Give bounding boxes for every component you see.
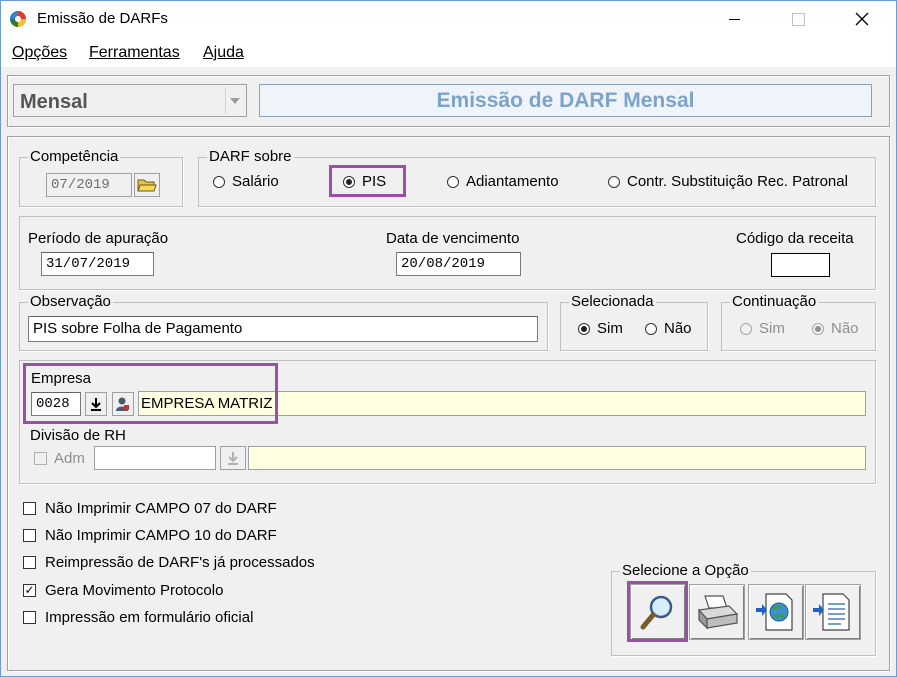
adm-checkbox: Adm: [34, 450, 85, 467]
selecionada-title: Selecionada: [569, 293, 656, 310]
download-arrow-icon: [91, 398, 101, 411]
observacao-title: Observação: [28, 293, 113, 310]
printer-icon: [697, 595, 739, 630]
divisao-name-field: [248, 446, 866, 470]
window-title: Emissão de DARFs: [37, 10, 168, 27]
option-nao-imprimir-campo-07[interactable]: Não Imprimir CAMPO 07 do DARF: [23, 500, 277, 517]
empresa-lookup-button[interactable]: [85, 392, 107, 416]
option-reimpressao[interactable]: Reimpressão de DARF's já processados: [23, 554, 315, 571]
radio-salario[interactable]: Salário: [213, 173, 279, 190]
export-document-button[interactable]: [805, 584, 861, 640]
export-document-icon: [813, 593, 850, 631]
radio-selecionada-nao[interactable]: Não: [645, 320, 692, 337]
menu-ajuda[interactable]: Ajuda: [203, 44, 244, 62]
menu-bar: Opções Ferramentas Ajuda: [1, 37, 896, 67]
empresa-search-button[interactable]: [112, 392, 134, 416]
open-folder-button[interactable]: [134, 173, 160, 197]
mode-dropdown-button[interactable]: [225, 87, 244, 114]
banner-title: Emissão de DARF Mensal: [436, 88, 695, 112]
divisao-label: Divisão de RH: [30, 427, 126, 444]
mode-select-value: Mensal: [20, 91, 88, 113]
competencia-field[interactable]: 07/2019: [46, 173, 132, 197]
periodo-field[interactable]: 31/07/2019: [41, 252, 154, 276]
divisao-code-field: [94, 446, 216, 470]
actions-title: Selecione a Opção: [620, 562, 751, 579]
radio-pis[interactable]: PIS: [343, 173, 386, 190]
download-arrow-icon: [228, 452, 238, 465]
option-nao-imprimir-campo-10[interactable]: Não Imprimir CAMPO 10 do DARF: [23, 527, 277, 544]
close-button[interactable]: [839, 1, 885, 37]
minimize-button[interactable]: [711, 1, 757, 37]
preview-button[interactable]: [630, 584, 686, 640]
empresa-code-field[interactable]: 0028: [31, 392, 81, 416]
competencia-title: Competência: [28, 148, 121, 165]
divisao-lookup-button: [220, 446, 246, 470]
observacao-field[interactable]: PIS sobre Folha de Pagamento: [28, 316, 538, 342]
darf-window: Emissão de DARFs Opções Ferramentas Ajud…: [0, 0, 897, 677]
codigo-receita-field[interactable]: [771, 253, 830, 277]
title-bar: Emissão de DARFs: [1, 1, 896, 37]
export-globe-button[interactable]: [748, 584, 804, 640]
banner: Emissão de DARF Mensal: [259, 84, 872, 117]
chevron-down-icon: [230, 97, 240, 104]
option-gera-movimento-protocolo[interactable]: ✓ Gera Movimento Protocolo: [23, 582, 223, 599]
radio-selecionada-sim[interactable]: Sim: [578, 320, 623, 337]
header-panel: Mensal Emissão de DARF Mensal: [7, 75, 890, 127]
vencimento-label: Data de vencimento: [386, 230, 520, 247]
periodo-label: Período de apuração: [28, 230, 169, 247]
mode-select[interactable]: Mensal: [13, 84, 247, 117]
darf-sobre-title: DARF sobre: [207, 148, 294, 165]
preview-icon: [640, 595, 673, 630]
app-icon: [9, 10, 27, 28]
menu-opcoes[interactable]: Opções: [12, 44, 67, 62]
user-search-icon: [116, 397, 129, 411]
empresa-label: Empresa: [31, 370, 92, 387]
continuacao-title: Continuação: [730, 293, 819, 310]
maximize-button: [775, 1, 821, 37]
option-formulario-oficial[interactable]: Impressão em formulário oficial: [23, 609, 253, 626]
empresa-name: EMPRESA MATRIZ: [141, 395, 273, 412]
folder-open-icon: [137, 179, 157, 192]
radio-adiantamento[interactable]: Adiantamento: [447, 173, 559, 190]
vencimento-field[interactable]: 20/08/2019: [396, 252, 521, 276]
export-globe-icon: [756, 593, 793, 631]
menu-ferramentas[interactable]: Ferramentas: [89, 44, 180, 62]
radio-continuacao-sim: Sim: [740, 320, 785, 337]
radio-contr-substituicao[interactable]: Contr. Substituição Rec. Patronal: [608, 173, 848, 190]
empresa-name-field: EMPRESA MATRIZ: [138, 391, 866, 416]
codigo-receita-label: Código da receita: [736, 230, 854, 247]
close-icon: [855, 12, 869, 26]
print-button[interactable]: [689, 584, 745, 640]
radio-continuacao-nao: Não: [812, 320, 859, 337]
